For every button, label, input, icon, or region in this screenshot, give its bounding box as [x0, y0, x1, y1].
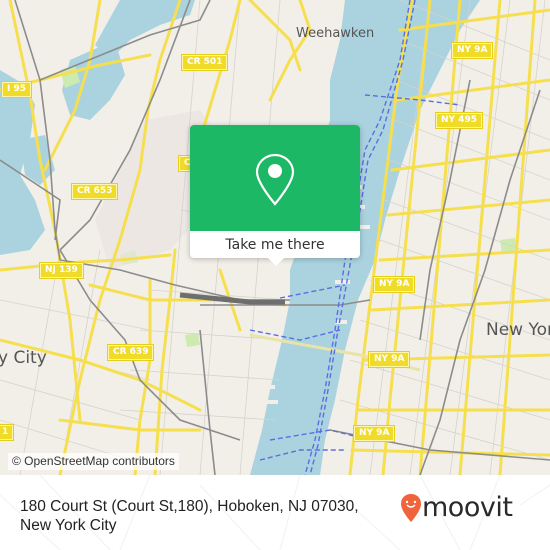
route-shield-ny495: NY 495 — [435, 112, 483, 129]
map-view[interactable]: Weehawken New York y City I 95 CR 501 CR… — [0, 0, 550, 475]
take-me-there-button[interactable]: Take me there — [190, 231, 360, 258]
route-shield-ny9a: NY 9A — [372, 276, 416, 293]
moovit-logo[interactable]: moovit — [400, 492, 513, 523]
location-popup: Take me there — [190, 125, 360, 266]
address-text: 180 Court St (Court St,180), Hoboken, NJ… — [20, 498, 359, 534]
route-shield-nj139: NJ 139 — [39, 262, 84, 279]
route-shield-ny9a: NY 9A — [352, 425, 396, 442]
route-shield-partial: 1 — [0, 424, 15, 441]
footer: 180 Court St (Court St,180), Hoboken, NJ… — [0, 475, 550, 550]
place-label-new-york: New York — [486, 320, 550, 340]
route-shield-ny9a: NY 9A — [367, 351, 411, 368]
route-shield-cr501: CR 501 — [180, 54, 229, 71]
route-shield-i95: I 95 — [0, 81, 33, 98]
map-pin-icon — [255, 153, 295, 206]
route-shield-ny9a: NY 9A — [450, 42, 494, 59]
popup-header — [190, 125, 360, 231]
route-shield-cr639: CR 639 — [106, 344, 155, 361]
map-attribution[interactable]: © OpenStreetMap contributors — [8, 453, 179, 470]
place-label-weehawken: Weehawken — [296, 26, 375, 41]
moovit-pin-icon — [401, 494, 421, 522]
park-4 — [185, 333, 200, 347]
place-label-jersey-city: y City — [0, 348, 47, 368]
moovit-wordmark: moovit — [422, 492, 513, 523]
popup-pointer — [268, 258, 284, 266]
route-shield-cr653: CR 653 — [70, 183, 119, 200]
